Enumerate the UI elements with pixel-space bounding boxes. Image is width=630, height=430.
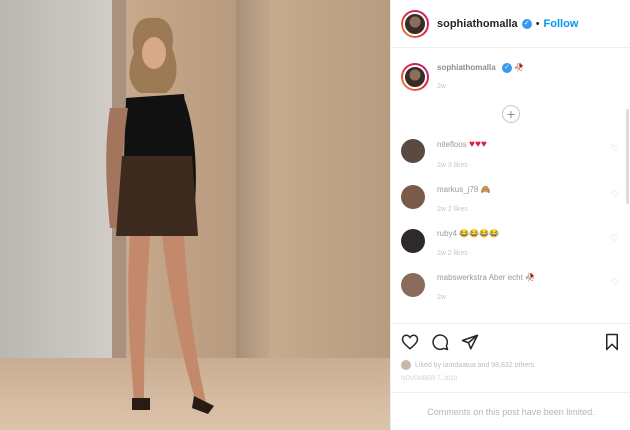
verified-badge-icon: ✓ — [521, 18, 532, 29]
comments-list[interactable]: sophiathomalla ✓ 🥀 2w + nitefloos ♥♥♥ 2w… — [391, 49, 630, 323]
post-header: sophiathomalla ✓ • Follow — [391, 0, 630, 48]
post-actions: Liked by iamdaatua and 98,832 others NOV… — [391, 323, 630, 382]
caption-avatar[interactable] — [401, 63, 429, 91]
post-photo[interactable] — [0, 0, 390, 430]
commenter-avatar[interactable] — [401, 185, 425, 209]
post-date: NOVEMBER 7, 2020 — [401, 376, 458, 382]
comment-username[interactable]: ruby4 — [437, 229, 457, 238]
comment-like-icon[interactable]: ♡ — [611, 189, 619, 200]
commenter-avatar[interactable] — [401, 139, 425, 163]
load-more-comments-button[interactable]: + — [502, 105, 520, 123]
comment-text: ♥♥♥ — [469, 139, 487, 150]
comment-bubble-icon[interactable] — [431, 333, 449, 351]
comments-limited-notice: Comments on this post have been limited. — [391, 392, 630, 430]
caption-emoji: 🥀 — [514, 63, 525, 73]
caption-username[interactable]: sophiathomalla — [437, 63, 496, 72]
profile-avatar[interactable] — [401, 9, 429, 38]
likes-text: Liked by iamdaatua and 98,832 others — [415, 361, 535, 369]
door-jamb — [236, 0, 270, 360]
comments-scrollbar[interactable] — [626, 109, 629, 204]
share-send-icon[interactable] — [461, 333, 479, 351]
comment-like-icon[interactable]: ♡ — [611, 233, 619, 244]
header-username[interactable]: sophiathomalla — [437, 18, 518, 30]
comment-meta: 2w 2 likes — [437, 250, 468, 257]
wall-right — [270, 0, 390, 390]
likes-summary[interactable]: Liked by iamdaatua and 98,832 others — [401, 360, 621, 370]
comment-text: 😂😂😂😂 — [459, 229, 500, 238]
person-figure — [106, 17, 214, 414]
caption: sophiathomalla ✓ 🥀 2w — [391, 49, 630, 91]
commenter-avatar[interactable] — [401, 229, 425, 253]
comment-text: 🙈 — [480, 185, 491, 194]
comment-item: markus_j78 🙈 2w 2 likes ♡ — [391, 185, 630, 213]
comment-item: nitefloos ♥♥♥ 2w 3 likes ♡ — [391, 139, 630, 169]
separator-dot: • — [535, 17, 540, 30]
liker-avatar — [401, 360, 411, 370]
commenter-avatar[interactable] — [401, 273, 425, 297]
comment-meta: 2w 3 likes — [437, 162, 468, 169]
post-side-panel: sophiathomalla ✓ • Follow sophiathomalla… — [390, 0, 630, 430]
follow-button[interactable]: Follow — [544, 18, 579, 30]
comment-item: ruby4 😂😂😂😂 2w 2 likes ♡ — [391, 229, 630, 257]
like-heart-icon[interactable] — [401, 333, 419, 351]
comment-text: 🥀 — [525, 273, 536, 282]
comment-meta: 2w — [437, 294, 446, 301]
comment-username[interactable]: mabswerkstra Aber echt — [437, 273, 523, 282]
verified-badge-icon: ✓ — [501, 63, 512, 73]
comment-username[interactable]: nitefloos — [437, 140, 467, 149]
comment-like-icon[interactable]: ♡ — [611, 277, 619, 288]
caption-time: 2w — [437, 83, 446, 90]
bookmark-icon[interactable] — [603, 333, 621, 351]
comment-meta: 2w 2 likes — [437, 206, 468, 213]
comment-username[interactable]: markus_j78 — [437, 185, 478, 194]
comment-like-icon[interactable]: ♡ — [611, 143, 619, 154]
comment-item: mabswerkstra Aber echt 🥀 2w ♡ — [391, 273, 630, 301]
